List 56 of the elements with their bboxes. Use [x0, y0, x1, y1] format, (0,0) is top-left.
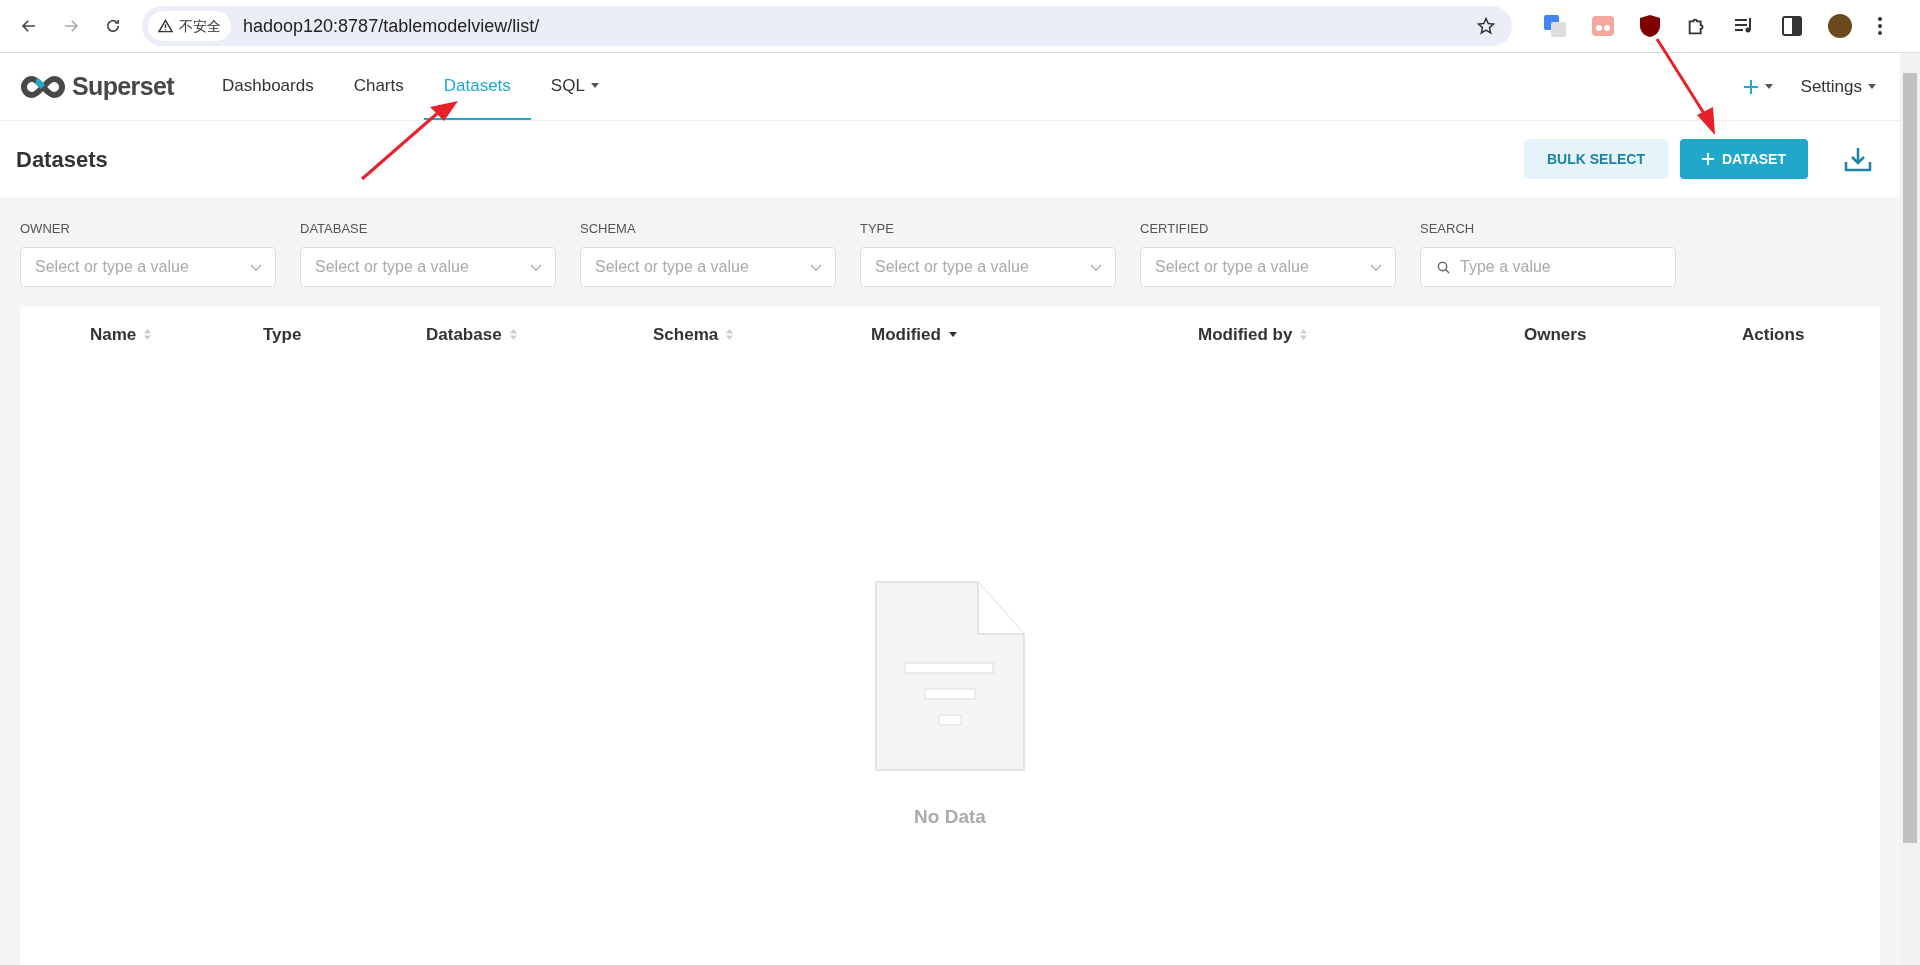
settings-menu[interactable]: Settings	[1800, 73, 1876, 100]
filter-label: CERTIFIED	[1140, 220, 1210, 238]
download-icon[interactable]	[1844, 146, 1872, 172]
scrollbar[interactable]	[1900, 53, 1920, 965]
avatar[interactable]	[1828, 14, 1852, 38]
filter-label: SEARCH	[1420, 220, 1476, 238]
security-label: 不安全	[179, 16, 221, 36]
bulk-select-button[interactable]: BULK SELECT	[1523, 139, 1668, 179]
plus-icon	[1701, 153, 1714, 165]
warning-icon	[158, 19, 173, 33]
translate-icon[interactable]	[1544, 15, 1566, 37]
column-header: Modified by	[1198, 323, 1293, 346]
address-bar[interactable]: 不安全 hadoop120:8787/tablemodelview/list/	[142, 6, 1512, 46]
shield-icon[interactable]	[1640, 15, 1660, 37]
filter-label: DATABASE	[300, 220, 369, 238]
search-field[interactable]: Type a value	[1420, 246, 1676, 287]
column-header: Owners	[1524, 323, 1587, 346]
select-field[interactable]: Select or type a value	[20, 246, 276, 287]
brand-name: Superset	[72, 70, 174, 102]
side-panel-icon[interactable]	[1782, 16, 1802, 36]
filter-label: OWNER	[20, 220, 71, 238]
chevron-down-icon	[250, 263, 262, 271]
select-field[interactable]: Select or type a value	[1140, 246, 1396, 287]
sort-descending-icon[interactable]	[948, 332, 957, 337]
empty-state-text: No Data	[914, 804, 986, 829]
caret-icon	[1764, 84, 1773, 89]
select-field[interactable]: Select or type a value	[860, 246, 1116, 287]
star-icon[interactable]	[1476, 16, 1496, 36]
column-header: Type	[263, 323, 302, 346]
reload-icon[interactable]	[104, 17, 122, 35]
filter-label: SCHEMA	[580, 220, 637, 238]
column-header: Actions	[1742, 323, 1805, 346]
nav-tab[interactable]: SQL	[530, 53, 619, 120]
empty-document-icon	[875, 580, 1025, 771]
column-header: Database	[426, 323, 502, 346]
nav-tab[interactable]: Dashboards	[202, 53, 334, 120]
url-text: hadoop120:8787/tablemodelview/list/	[243, 14, 540, 38]
more-options-icon[interactable]	[1878, 17, 1882, 35]
chevron-down-icon	[1090, 263, 1102, 271]
nav-tab[interactable]: Charts	[333, 53, 424, 120]
plus-icon	[1742, 78, 1759, 95]
back-arrow-icon[interactable]	[20, 17, 38, 35]
chevron-down-icon	[1370, 263, 1382, 271]
page-title: Datasets	[16, 145, 108, 174]
logo-icon	[20, 74, 66, 99]
search-icon	[1437, 260, 1450, 274]
column-header: Modified	[871, 323, 941, 346]
select-field[interactable]: Select or type a value	[300, 246, 556, 287]
caret-icon	[1868, 84, 1876, 89]
select-field[interactable]: Select or type a value	[580, 246, 836, 287]
filter-label: TYPE	[860, 220, 895, 238]
add-menu-button[interactable]	[1742, 78, 1773, 95]
chevron-down-icon	[530, 263, 542, 271]
chevron-down-icon	[810, 263, 822, 271]
column-header: Schema	[653, 323, 719, 346]
column-header: Name	[90, 323, 137, 346]
